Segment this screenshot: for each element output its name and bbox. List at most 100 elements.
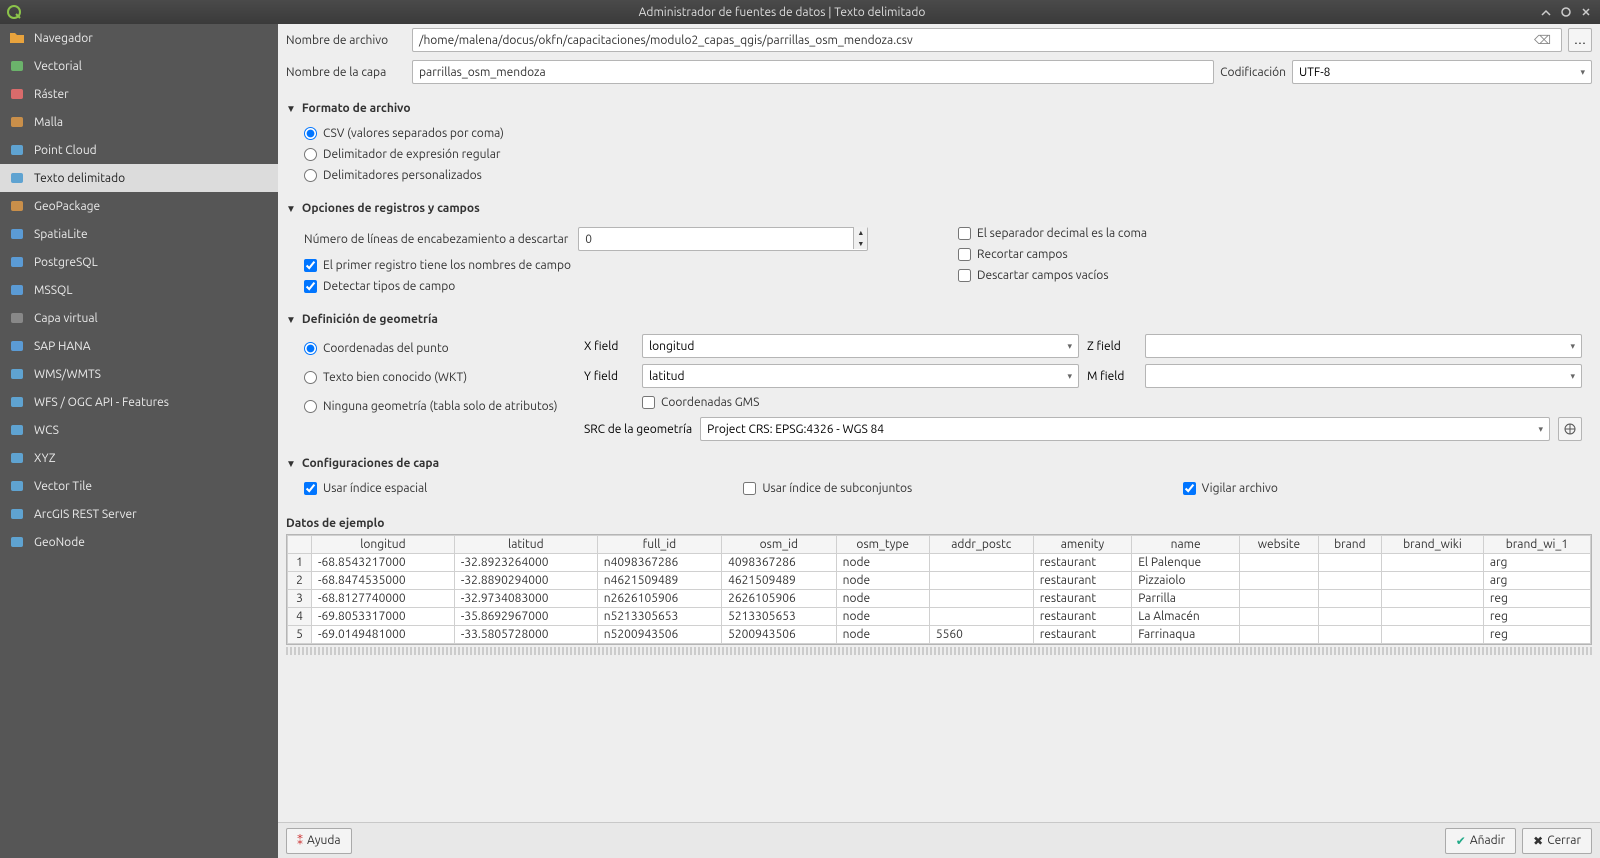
add-button[interactable]: ✔ Añadir bbox=[1445, 828, 1516, 854]
source-icon bbox=[8, 253, 26, 271]
column-header[interactable]: brand_wi_1 bbox=[1483, 536, 1590, 554]
radio-regex[interactable] bbox=[304, 148, 317, 161]
x-field-combo[interactable]: longitud▾ bbox=[642, 334, 1079, 358]
crs-combo[interactable]: Project CRS: EPSG:4326 - WGS 84▾ bbox=[700, 417, 1550, 441]
table-row[interactable]: 1-68.8543217000-32.8923264000n4098367286… bbox=[288, 554, 1591, 572]
sidebar-item-mssql[interactable]: MSSQL bbox=[0, 276, 278, 304]
table-row[interactable]: 2-68.8474535000-32.8890294000n4621509489… bbox=[288, 572, 1591, 590]
sidebar-item-point-cloud[interactable]: Point Cloud bbox=[0, 136, 278, 164]
column-header[interactable]: name bbox=[1132, 536, 1240, 554]
section-file-format[interactable]: ▼ Formato de archivo bbox=[286, 98, 1592, 119]
sidebar-item-label: WMS/WMTS bbox=[34, 368, 101, 381]
sidebar-item-wms-wmts[interactable]: WMS/WMTS bbox=[0, 360, 278, 388]
sidebar-item-label: Capa virtual bbox=[34, 312, 98, 325]
radio-custom[interactable] bbox=[304, 169, 317, 182]
sidebar-item-postgresql[interactable]: PostgreSQL bbox=[0, 248, 278, 276]
source-icon bbox=[8, 197, 26, 215]
radio-point-coords[interactable] bbox=[304, 342, 317, 355]
help-button[interactable]: ⁑ Ayuda bbox=[286, 828, 352, 854]
radio-csv[interactable] bbox=[304, 127, 317, 140]
file-name-input[interactable]: /home/malena/docus/okfn/capacitaciones/m… bbox=[412, 28, 1562, 52]
sidebar-item-xyz[interactable]: XYZ bbox=[0, 444, 278, 472]
column-header[interactable]: website bbox=[1240, 536, 1319, 554]
chevron-down-icon: ▾ bbox=[1580, 67, 1585, 78]
sidebar-item-capa-virtual[interactable]: Capa virtual bbox=[0, 304, 278, 332]
section-geometry[interactable]: ▼ Definición de geometría bbox=[286, 309, 1592, 330]
help-icon: ⁑ bbox=[297, 834, 303, 848]
sidebar-item-label: Vector Tile bbox=[34, 480, 92, 493]
source-icon bbox=[8, 421, 26, 439]
source-icon bbox=[8, 505, 26, 523]
sidebar-item-r-ster[interactable]: Ráster bbox=[0, 80, 278, 108]
source-icon bbox=[8, 365, 26, 383]
section-layer-settings[interactable]: ▼ Configuraciones de capa bbox=[286, 453, 1592, 474]
crs-picker-button[interactable] bbox=[1558, 417, 1582, 441]
sidebar-item-arcgis-rest-server[interactable]: ArcGIS REST Server bbox=[0, 500, 278, 528]
chk-discard-empty[interactable] bbox=[958, 269, 971, 282]
window-title: Administrador de fuentes de datos | Text… bbox=[30, 6, 1534, 19]
table-row[interactable]: 4-69.8053317000-35.8692967000n5213305653… bbox=[288, 608, 1591, 626]
encoding-label: Codificación bbox=[1220, 66, 1286, 79]
table-row[interactable]: 3-68.8127740000-32.9734083000n2626105906… bbox=[288, 590, 1591, 608]
sidebar-item-geopackage[interactable]: GeoPackage bbox=[0, 192, 278, 220]
browse-file-button[interactable]: … bbox=[1568, 28, 1592, 52]
column-header[interactable]: osm_type bbox=[836, 536, 929, 554]
close-dialog-button[interactable]: ✖ Cerrar bbox=[1522, 828, 1592, 854]
chk-watch-file[interactable] bbox=[1183, 482, 1196, 495]
column-header[interactable]: longitud bbox=[312, 536, 455, 554]
chk-spatial-index[interactable] bbox=[304, 482, 317, 495]
file-name-label: Nombre de archivo bbox=[286, 34, 406, 47]
source-icon bbox=[8, 393, 26, 411]
radio-no-geometry[interactable] bbox=[304, 400, 317, 413]
layer-name-row: Nombre de la capa parrillas_osm_mendoza … bbox=[278, 56, 1600, 88]
column-header[interactable]: full_id bbox=[597, 536, 721, 554]
y-field-combo[interactable]: latitud▾ bbox=[642, 364, 1079, 388]
chk-subset-index[interactable] bbox=[743, 482, 756, 495]
sidebar-item-spatialite[interactable]: SpatiaLite bbox=[0, 220, 278, 248]
sidebar-item-wcs[interactable]: WCS bbox=[0, 416, 278, 444]
close-button[interactable] bbox=[1578, 4, 1594, 20]
source-icon bbox=[8, 449, 26, 467]
chk-first-record-names[interactable] bbox=[304, 259, 317, 272]
layer-name-input[interactable]: parrillas_osm_mendoza bbox=[412, 60, 1214, 84]
section-record-options[interactable]: ▼ Opciones de registros y campos bbox=[286, 198, 1592, 219]
sidebar-item-geonode[interactable]: GeoNode bbox=[0, 528, 278, 556]
spin-up[interactable]: ▲ bbox=[853, 227, 867, 238]
collapse-icon: ▼ bbox=[286, 458, 296, 470]
sidebar-item-label: WCS bbox=[34, 424, 59, 437]
m-field-combo[interactable]: ▾ bbox=[1145, 364, 1582, 388]
sidebar-item-wfs-ogc-api-features[interactable]: WFS / OGC API - Features bbox=[0, 388, 278, 416]
sidebar-item-label: Malla bbox=[34, 116, 63, 129]
chk-trim-fields[interactable] bbox=[958, 248, 971, 261]
sidebar-item-vectorial[interactable]: Vectorial bbox=[0, 52, 278, 80]
sidebar-item-texto-delimitado[interactable]: Texto delimitado bbox=[0, 164, 278, 192]
column-header[interactable]: brand_wiki bbox=[1382, 536, 1484, 554]
sidebar-item-navegador[interactable]: Navegador bbox=[0, 24, 278, 52]
sidebar-item-sap-hana[interactable]: SAP HANA bbox=[0, 332, 278, 360]
chk-decimal-comma[interactable] bbox=[958, 227, 971, 240]
resize-grip[interactable] bbox=[286, 647, 1592, 655]
maximize-button[interactable] bbox=[1558, 4, 1574, 20]
radio-wkt[interactable] bbox=[304, 371, 317, 384]
sidebar-item-malla[interactable]: Malla bbox=[0, 108, 278, 136]
header-lines-input[interactable]: 0 bbox=[578, 227, 868, 251]
z-field-combo[interactable]: ▾ bbox=[1145, 334, 1582, 358]
chk-dms[interactable] bbox=[642, 396, 655, 409]
chk-detect-types[interactable] bbox=[304, 280, 317, 293]
column-header[interactable]: latitud bbox=[454, 536, 597, 554]
sidebar-item-vector-tile[interactable]: Vector Tile bbox=[0, 472, 278, 500]
spin-down[interactable]: ▼ bbox=[853, 238, 867, 249]
sidebar-item-label: XYZ bbox=[34, 452, 56, 465]
clear-file-icon[interactable]: ⌫ bbox=[1530, 33, 1555, 47]
z-field-label: Z field bbox=[1087, 340, 1137, 353]
chevron-down-icon: ▾ bbox=[1067, 371, 1072, 382]
column-header[interactable]: osm_id bbox=[722, 536, 837, 554]
encoding-combo[interactable]: UTF-8▾ bbox=[1292, 60, 1592, 84]
chevron-down-icon: ▾ bbox=[1570, 371, 1575, 382]
sample-data-table[interactable]: longitudlatitudfull_idosm_idosm_typeaddr… bbox=[286, 534, 1592, 645]
minimize-button[interactable] bbox=[1538, 4, 1554, 20]
column-header[interactable]: brand bbox=[1318, 536, 1381, 554]
column-header[interactable]: amenity bbox=[1033, 536, 1131, 554]
table-row[interactable]: 5-69.0149481000-33.5805728000n5200943506… bbox=[288, 626, 1591, 644]
column-header[interactable]: addr_postc bbox=[929, 536, 1033, 554]
